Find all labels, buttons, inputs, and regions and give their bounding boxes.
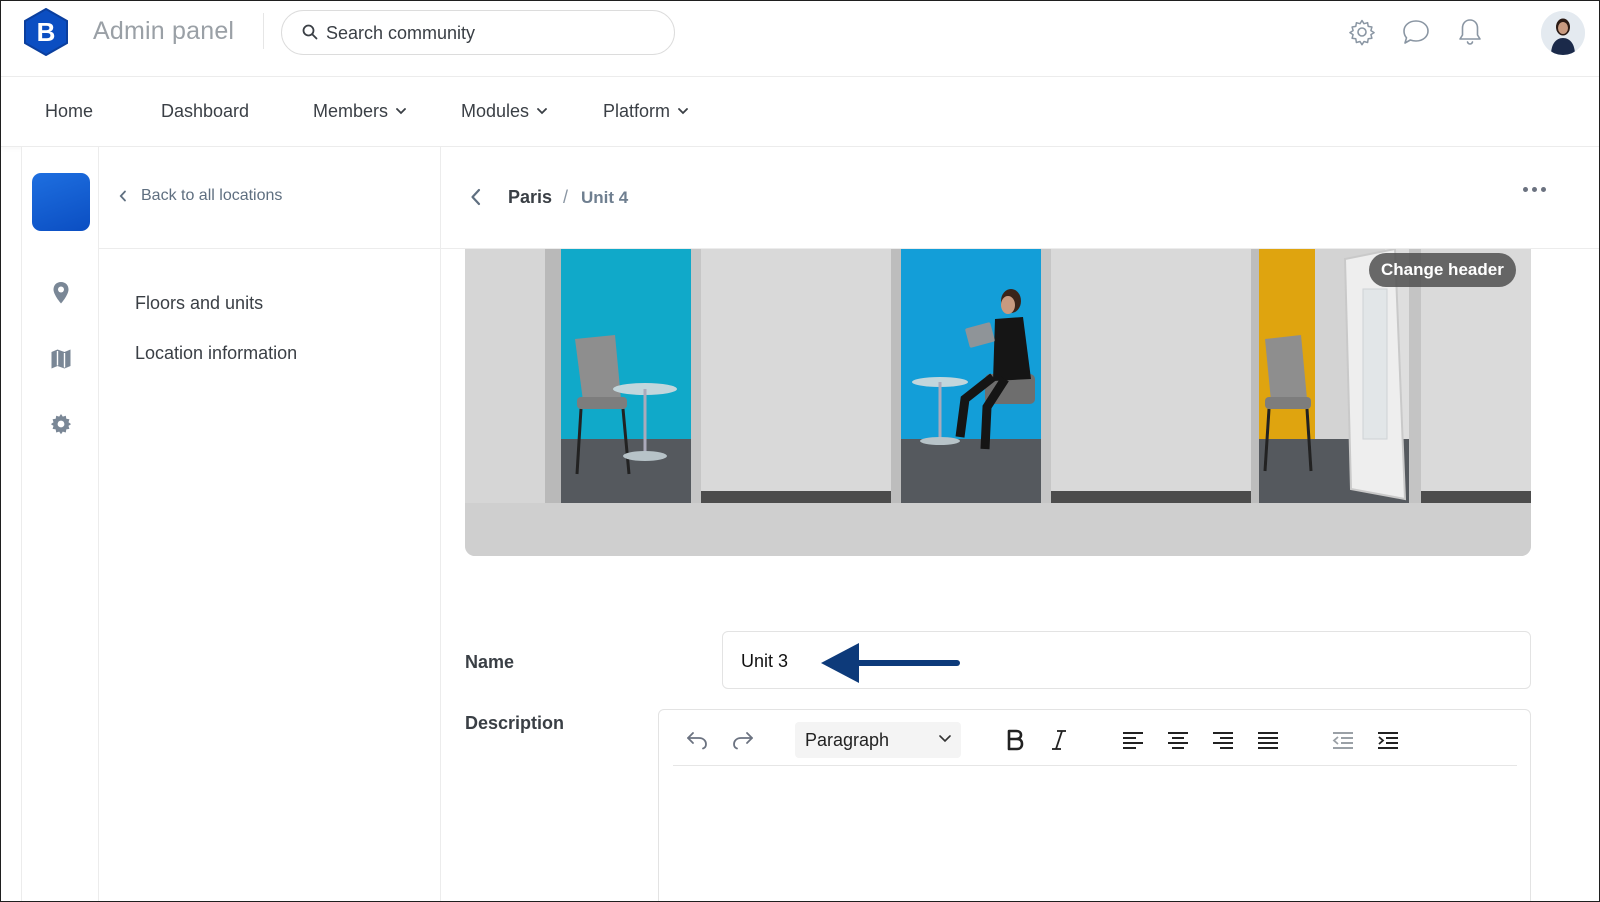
back-to-locations-link[interactable]: Back to all locations (119, 187, 282, 205)
map-pin-icon[interactable] (49, 281, 73, 305)
location-sidebar: Back to all locations Floors and units L… (99, 147, 441, 901)
nav-modules[interactable]: Modules (461, 101, 547, 122)
nav-members[interactable]: Members (313, 101, 406, 122)
icon-rail (21, 147, 99, 901)
bold-icon[interactable] (1001, 726, 1029, 754)
chevron-down-icon (939, 735, 951, 743)
breadcrumb-separator: / (563, 187, 569, 207)
map-icon[interactable] (49, 347, 73, 371)
gear-icon[interactable] (49, 412, 73, 436)
nav-platform[interactable]: Platform (603, 101, 688, 122)
breadcrumb-parent[interactable]: Paris (508, 187, 552, 208)
align-center-icon[interactable] (1164, 726, 1192, 754)
divider (263, 13, 264, 49)
bell-icon[interactable] (1454, 16, 1486, 48)
gear-icon[interactable] (1346, 16, 1378, 48)
redo-icon[interactable] (729, 726, 757, 754)
chevron-left-icon[interactable] (469, 187, 483, 207)
outdent-icon[interactable] (1329, 726, 1357, 754)
chevron-down-icon (396, 108, 406, 115)
top-bar: B Admin panel (1, 1, 1599, 77)
search-input[interactable] (326, 19, 646, 47)
chat-icon[interactable] (1400, 16, 1432, 48)
undo-icon[interactable] (683, 726, 711, 754)
editor-toolbar: Paragraph (673, 710, 1517, 766)
sidebar-item-floors-and-units[interactable]: Floors and units (135, 293, 263, 314)
chevron-down-icon (537, 108, 547, 115)
annotation-arrow (821, 643, 960, 683)
search-box[interactable] (281, 10, 675, 55)
community-logo[interactable] (32, 173, 90, 231)
search-icon (302, 24, 318, 40)
chevron-down-icon (678, 108, 688, 115)
more-options-icon[interactable] (1523, 187, 1546, 192)
main-nav: Home Dashboard Members Modules Platform (1, 77, 1599, 147)
description-editor[interactable]: Paragraph (658, 709, 1531, 901)
align-right-icon[interactable] (1209, 726, 1237, 754)
chevron-left-icon (119, 190, 126, 202)
nav-dashboard[interactable]: Dashboard (161, 101, 249, 122)
change-header-button[interactable]: Change header (1369, 253, 1516, 287)
app-title: Admin panel (93, 17, 235, 45)
description-label: Description (465, 713, 565, 733)
italic-icon[interactable] (1045, 726, 1073, 754)
indent-icon[interactable] (1374, 726, 1402, 754)
main-content: Paris / Unit 4 Change header Name Unit 3… (441, 147, 1599, 901)
breadcrumb: Paris / Unit 4 (441, 147, 1599, 249)
office-booths-illustration (465, 249, 1531, 556)
name-label: Name (465, 652, 515, 672)
block-format-select[interactable]: Paragraph (795, 722, 961, 758)
app-window: B Admin panel Home Dashboard (0, 0, 1600, 902)
align-justify-icon[interactable] (1254, 726, 1282, 754)
brand-logo-icon[interactable]: B (23, 8, 69, 56)
user-avatar[interactable] (1541, 11, 1585, 55)
sidebar-header: Back to all locations (99, 147, 440, 249)
breadcrumb-current: Unit 4 (581, 188, 629, 207)
svg-text:B: B (37, 17, 56, 47)
location-header-image: Change header (465, 249, 1531, 556)
sidebar-item-location-information[interactable]: Location information (135, 343, 297, 364)
align-left-icon[interactable] (1119, 726, 1147, 754)
nav-home[interactable]: Home (45, 101, 93, 122)
